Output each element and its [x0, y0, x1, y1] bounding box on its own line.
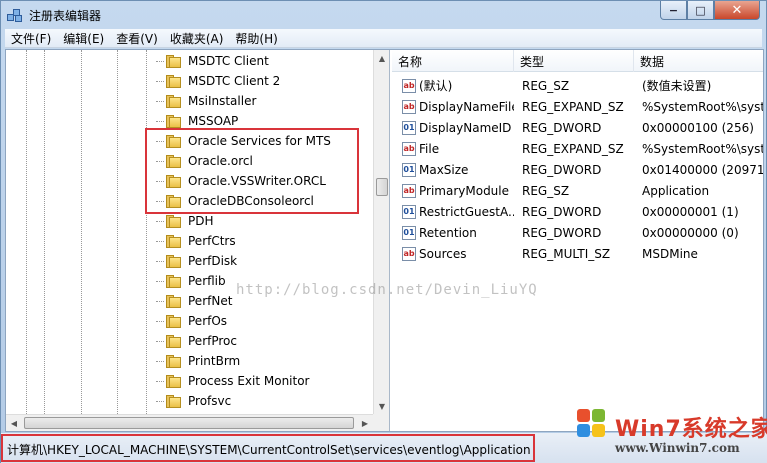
minimize-button[interactable]: −: [660, 1, 687, 20]
tree-item-perfos[interactable]: PerfOs: [156, 311, 227, 331]
string-value-icon: ab: [402, 141, 416, 156]
tree-horizontal-scrollbar[interactable]: ◀ ▶: [6, 414, 373, 431]
value-row[interactable]: ab PrimaryModule REG_SZ Application: [392, 180, 763, 201]
window-controls: − □ ✕: [660, 1, 760, 21]
tree-item-msiinstaller[interactable]: MsiInstaller: [156, 91, 256, 111]
tree-item-pdh[interactable]: PDH: [156, 211, 214, 231]
scroll-up-arrow-icon[interactable]: ▲: [374, 50, 389, 66]
value-row[interactable]: 01 MaxSize REG_DWORD 0x01400000 (209715: [392, 159, 763, 180]
folder-icon: [166, 234, 182, 248]
folder-icon: [166, 394, 182, 408]
folder-icon: [166, 214, 182, 228]
scroll-right-arrow-icon[interactable]: ▶: [357, 415, 373, 431]
tree-item-msdtc-client[interactable]: MSDTC Client: [156, 51, 269, 71]
value-list-header: 名称 类型 数据: [392, 50, 763, 72]
string-value-icon: ab: [402, 99, 416, 114]
value-row[interactable]: ab Sources REG_MULTI_SZ MSDMine: [392, 243, 763, 264]
tree-guide-line: [44, 50, 45, 414]
folder-icon: [166, 334, 182, 348]
value-row[interactable]: 01 Retention REG_DWORD 0x00000000 (0): [392, 222, 763, 243]
tree-item-msdtc-client-2[interactable]: MSDTC Client 2: [156, 71, 280, 91]
tree-item-perflib[interactable]: Perflib: [156, 271, 226, 291]
scroll-thumb[interactable]: [376, 178, 388, 196]
column-header-name[interactable]: 名称: [392, 50, 514, 72]
value-row[interactable]: 01 RestrictGuestA... REG_DWORD 0x00000001…: [392, 201, 763, 222]
menu-edit[interactable]: 编辑(E): [57, 30, 110, 47]
regedit-app-icon: [7, 7, 23, 23]
value-row[interactable]: ab File REG_EXPAND_SZ %SystemRoot%\syst: [392, 138, 763, 159]
tree-guide-line: [146, 50, 147, 414]
column-header-data[interactable]: 数据: [634, 50, 763, 72]
windows-flag-icon: [577, 409, 607, 439]
scrollbar-corner: [373, 414, 389, 431]
column-header-type[interactable]: 类型: [514, 50, 634, 72]
folder-icon: [166, 254, 182, 268]
logo-url: www.Winwin7.com: [615, 441, 740, 455]
menu-favorites[interactable]: 收藏夹(A): [164, 30, 230, 47]
folder-icon: [166, 114, 182, 128]
tree-guide-line: [26, 50, 27, 414]
folder-icon: [166, 314, 182, 328]
tree-item-perfproc[interactable]: PerfProc: [156, 331, 237, 351]
tree-guide-line: [81, 50, 82, 414]
key-tree: MSDTC Client MSDTC Client 2 MsiInstaller…: [6, 50, 373, 414]
win7-site-logo: Win7系统之家 www.Winwin7.com: [571, 405, 767, 463]
tree-item-process-exit-monitor[interactable]: Process Exit Monitor: [156, 371, 310, 391]
folder-icon: [166, 74, 182, 88]
maximize-button[interactable]: □: [687, 1, 714, 20]
binary-value-icon: 01: [402, 162, 416, 177]
scroll-left-arrow-icon[interactable]: ◀: [6, 415, 22, 431]
string-value-icon: ab: [402, 183, 416, 198]
binary-value-icon: 01: [402, 204, 416, 219]
value-list-pane: 名称 类型 数据 ab (默认) REG_SZ (数值未设置) ab Display…: [392, 50, 763, 431]
highlight-box-path: [1, 434, 535, 462]
value-row[interactable]: ab (默认) REG_SZ (数值未设置): [392, 75, 763, 96]
folder-icon: [166, 54, 182, 68]
menu-help[interactable]: 帮助(H): [229, 30, 283, 47]
tree-vertical-scrollbar[interactable]: ▲ ▼: [373, 50, 389, 414]
menu-file[interactable]: 文件(F): [5, 30, 57, 47]
client-area: MSDTC Client MSDTC Client 2 MsiInstaller…: [5, 49, 764, 432]
binary-value-icon: 01: [402, 225, 416, 240]
menu-bar: 文件(F) 编辑(E) 查看(V) 收藏夹(A) 帮助(H): [5, 29, 762, 48]
tree-item-perfnet[interactable]: PerfNet: [156, 291, 232, 311]
tree-item-perfctrs[interactable]: PerfCtrs: [156, 231, 236, 251]
tree-item-profsvc[interactable]: Profsvc: [156, 391, 231, 411]
value-row[interactable]: ab DisplayNameFile REG_EXPAND_SZ %SystemR…: [392, 96, 763, 117]
scroll-down-arrow-icon[interactable]: ▼: [374, 398, 389, 414]
registry-editor-window: 注册表编辑器 − □ ✕ 文件(F) 编辑(E) 查看(V) 收藏夹(A) 帮助…: [0, 0, 767, 463]
folder-icon: [166, 294, 182, 308]
title-bar: 注册表编辑器 − □ ✕: [1, 1, 766, 29]
window-title: 注册表编辑器: [29, 8, 102, 23]
folder-icon: [166, 354, 182, 368]
value-row[interactable]: 01 DisplayNameID REG_DWORD 0x00000100 (25…: [392, 117, 763, 138]
binary-value-icon: 01: [402, 120, 416, 135]
key-tree-pane: MSDTC Client MSDTC Client 2 MsiInstaller…: [6, 50, 390, 431]
tree-guide-line: [117, 50, 118, 414]
tree-item-perfdisk[interactable]: PerfDisk: [156, 251, 237, 271]
logo-title: Win7系统之家: [615, 417, 767, 442]
blog-watermark: http://blog.csdn.net/Devin_LiuYQ: [236, 282, 538, 298]
string-value-icon: ab: [402, 246, 416, 261]
scroll-thumb-horizontal[interactable]: [24, 417, 354, 429]
folder-icon: [166, 374, 182, 388]
tree-item-printbrm[interactable]: PrintBrm: [156, 351, 240, 371]
string-value-icon: ab: [402, 78, 416, 93]
folder-icon: [166, 274, 182, 288]
folder-icon: [166, 94, 182, 108]
highlight-box-oracle: [145, 128, 359, 214]
menu-view[interactable]: 查看(V): [110, 30, 164, 47]
close-button[interactable]: ✕: [714, 1, 760, 20]
